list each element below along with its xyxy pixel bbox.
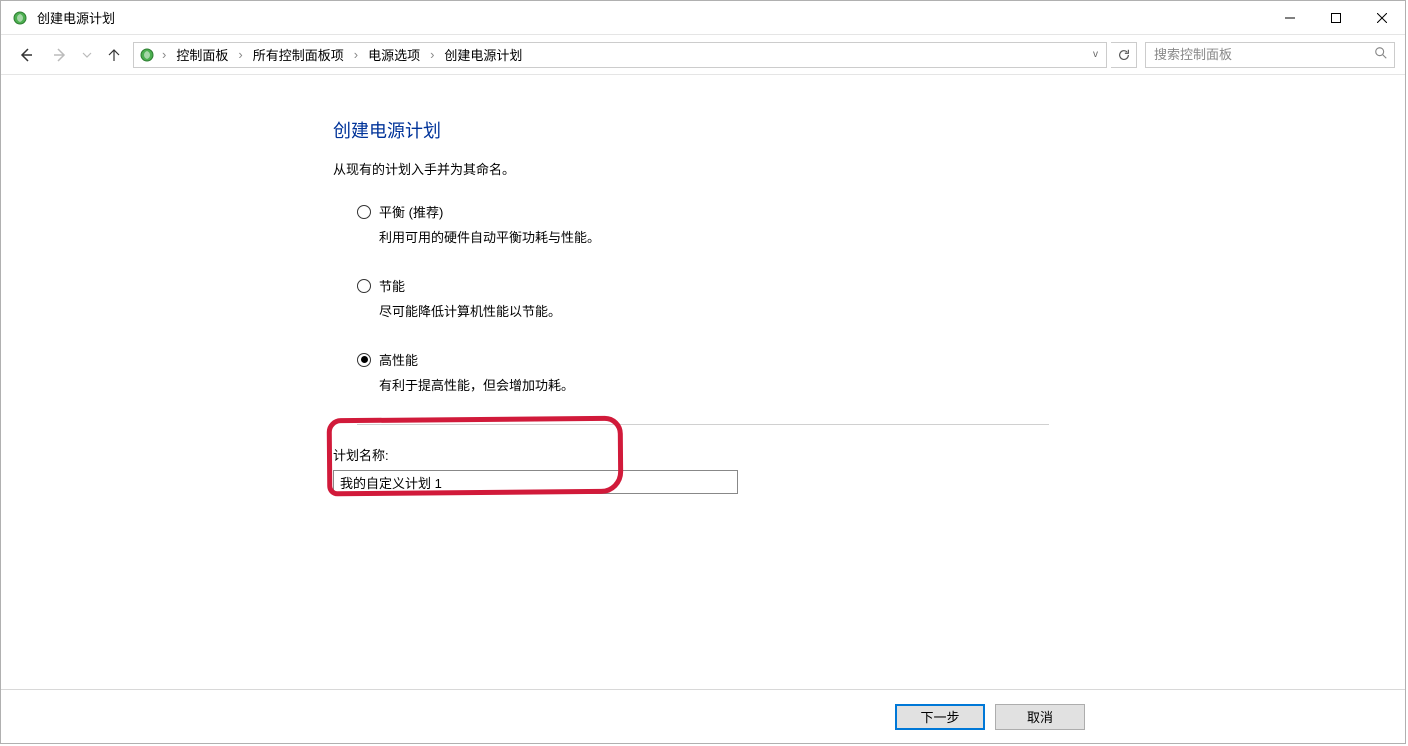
breadcrumb-item[interactable]: 所有控制面板项 bbox=[249, 45, 348, 64]
app-icon bbox=[11, 9, 29, 27]
content-area: 创建电源计划 从现有的计划入手并为其命名。 平衡 (推荐) 利用可用的硬件自动平… bbox=[1, 77, 1405, 689]
chevron-right-icon: › bbox=[428, 47, 436, 62]
nav-forward-button[interactable] bbox=[45, 40, 75, 70]
search-box[interactable] bbox=[1145, 42, 1395, 68]
page-heading: 创建电源计划 bbox=[333, 117, 1073, 143]
radio-button[interactable] bbox=[357, 353, 371, 367]
footer: 下一步 取消 bbox=[1, 689, 1405, 743]
radio-button[interactable] bbox=[357, 205, 371, 219]
option-label: 高性能 bbox=[379, 350, 418, 369]
chevron-right-icon: › bbox=[160, 47, 168, 62]
page-subheading: 从现有的计划入手并为其命名。 bbox=[333, 159, 1073, 178]
chevron-right-icon: › bbox=[352, 47, 360, 62]
breadcrumb-item[interactable]: 创建电源计划 bbox=[440, 45, 526, 64]
nav-recent-dropdown[interactable] bbox=[79, 40, 95, 70]
maximize-button[interactable] bbox=[1313, 1, 1359, 34]
option-description: 利用可用的硬件自动平衡功耗与性能。 bbox=[379, 227, 1073, 246]
next-button[interactable]: 下一步 bbox=[895, 704, 985, 730]
option-label: 节能 bbox=[379, 276, 405, 295]
plan-name-section: 计划名称: bbox=[333, 445, 1073, 494]
plan-name-label: 计划名称: bbox=[333, 445, 1073, 464]
close-button[interactable] bbox=[1359, 1, 1405, 34]
breadcrumb-item[interactable]: 控制面板 bbox=[172, 45, 232, 64]
power-plan-option-power-saver[interactable]: 节能 尽可能降低计算机性能以节能。 bbox=[357, 276, 1073, 320]
navbar: › 控制面板 › 所有控制面板项 › 电源选项 › 创建电源计划 v bbox=[1, 35, 1405, 75]
address-bar[interactable]: › 控制面板 › 所有控制面板项 › 电源选项 › 创建电源计划 v bbox=[133, 42, 1107, 68]
address-icon bbox=[138, 46, 156, 64]
minimize-button[interactable] bbox=[1267, 1, 1313, 34]
breadcrumb-item[interactable]: 电源选项 bbox=[364, 45, 424, 64]
window-title: 创建电源计划 bbox=[37, 8, 115, 27]
power-plan-option-high-performance[interactable]: 高性能 有利于提高性能，但会增加功耗。 bbox=[357, 350, 1073, 394]
radio-button[interactable] bbox=[357, 279, 371, 293]
cancel-button[interactable]: 取消 bbox=[995, 704, 1085, 730]
refresh-button[interactable] bbox=[1111, 42, 1137, 68]
window-controls bbox=[1267, 1, 1405, 34]
search-input[interactable] bbox=[1152, 46, 1374, 63]
window: 创建电源计划 bbox=[0, 0, 1406, 744]
chevron-right-icon: › bbox=[236, 47, 244, 62]
power-plan-option-balanced[interactable]: 平衡 (推荐) 利用可用的硬件自动平衡功耗与性能。 bbox=[357, 202, 1073, 246]
divider bbox=[357, 424, 1049, 425]
nav-up-button[interactable] bbox=[99, 40, 129, 70]
address-dropdown[interactable]: v bbox=[1093, 49, 1102, 60]
nav-back-button[interactable] bbox=[11, 40, 41, 70]
option-description: 有利于提高性能，但会增加功耗。 bbox=[379, 375, 1073, 394]
titlebar: 创建电源计划 bbox=[1, 1, 1405, 35]
main-panel: 创建电源计划 从现有的计划入手并为其命名。 平衡 (推荐) 利用可用的硬件自动平… bbox=[333, 117, 1073, 689]
option-description: 尽可能降低计算机性能以节能。 bbox=[379, 301, 1073, 320]
plan-name-input[interactable] bbox=[333, 470, 738, 494]
option-label: 平衡 (推荐) bbox=[379, 202, 443, 221]
search-icon bbox=[1374, 46, 1388, 63]
